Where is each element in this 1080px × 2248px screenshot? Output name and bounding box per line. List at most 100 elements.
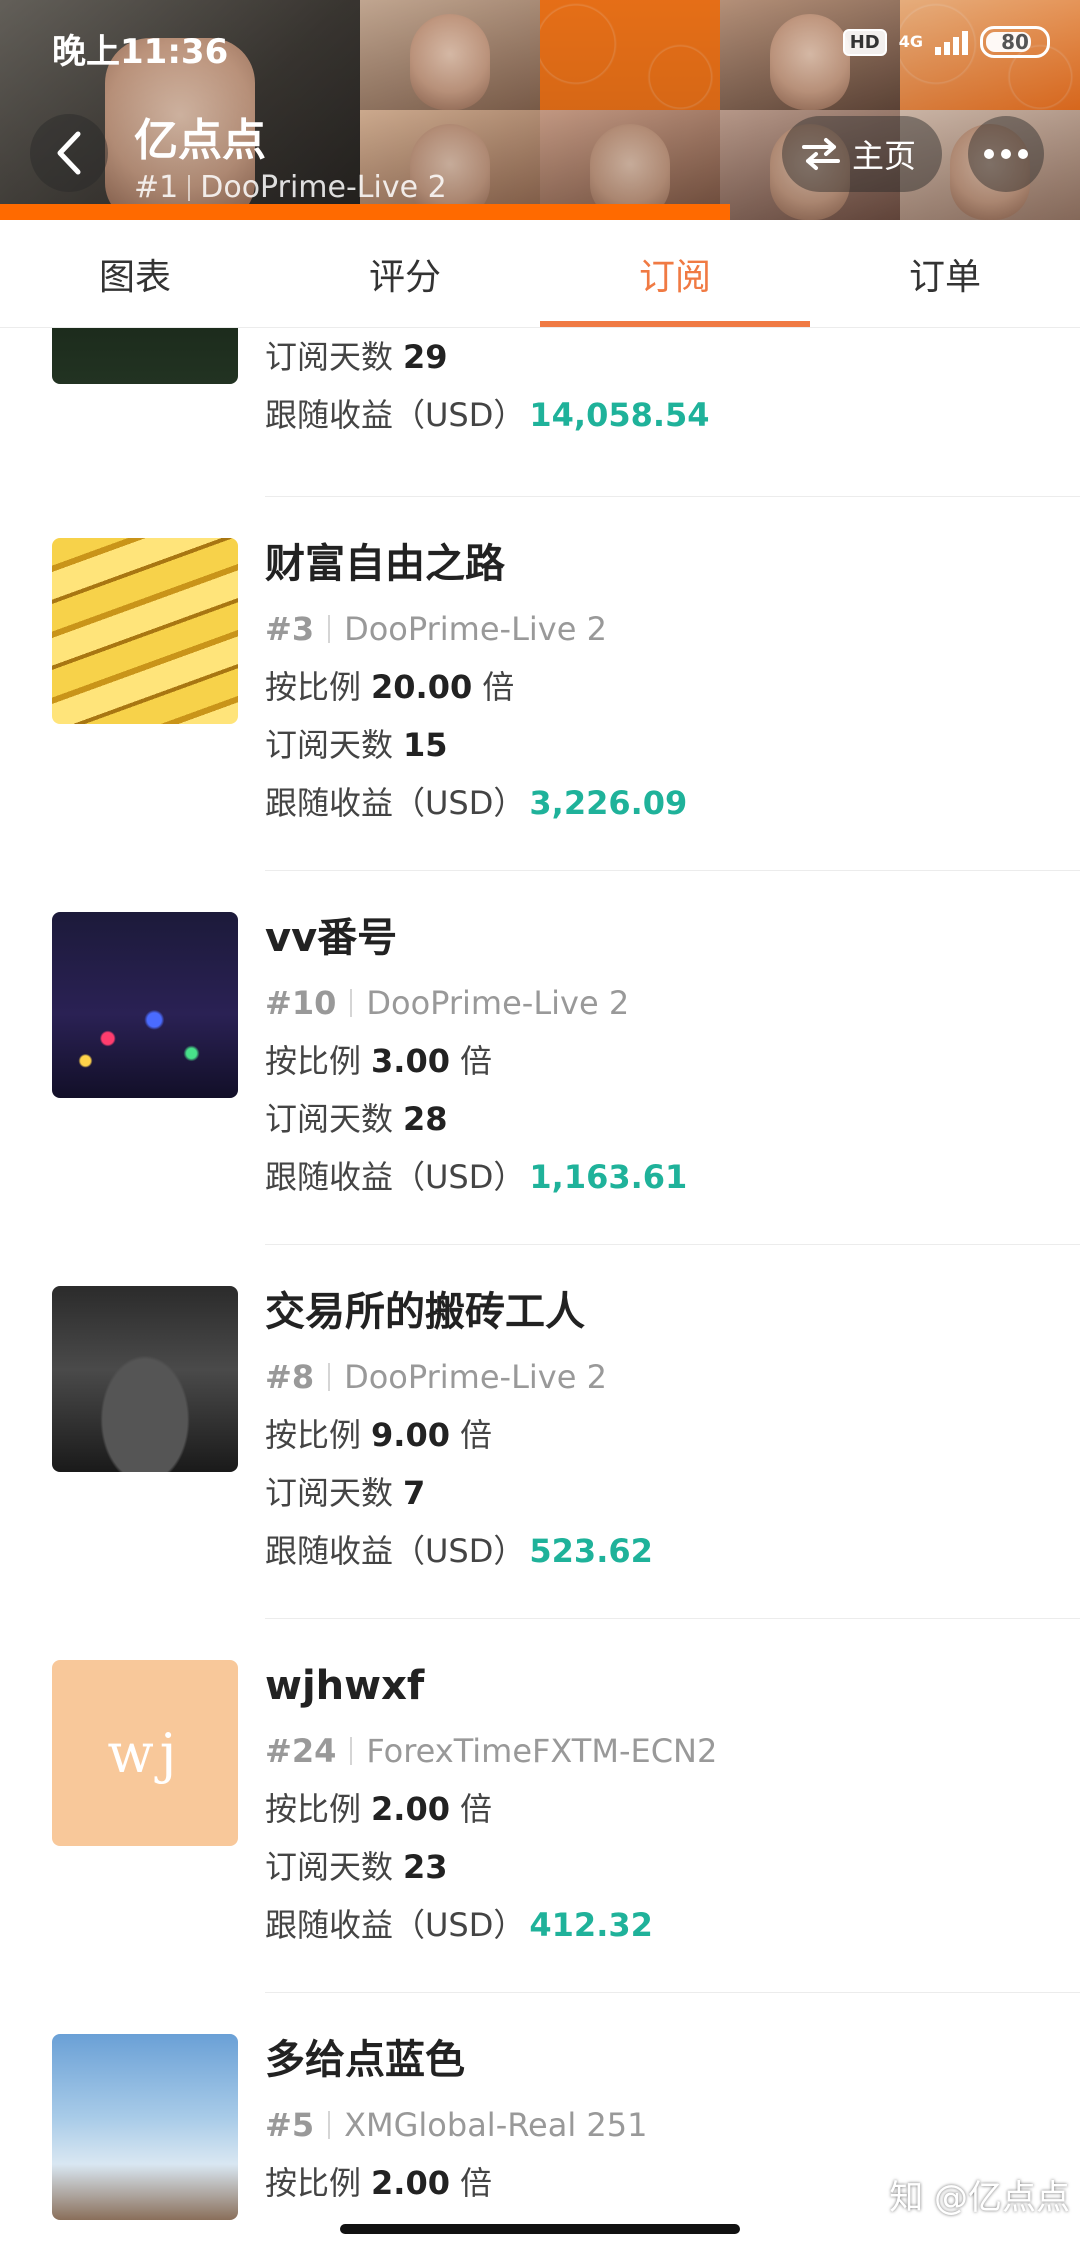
header-server: DooPrime-Live 2 — [200, 170, 447, 205]
tab-chart[interactable]: 图表 — [0, 220, 270, 327]
profit-value: 412.32 — [529, 1906, 653, 1944]
item-meta-row: #5 XMGlobal-Real 251 — [265, 2096, 1065, 2154]
divider — [265, 1992, 1080, 1993]
days-label: 订阅天数 — [265, 1474, 394, 1512]
item-name: 交易所的搬砖工人 — [265, 1289, 585, 1335]
sports-car-image — [52, 1286, 238, 1472]
chevron-left-icon — [57, 131, 81, 175]
item-server: DooPrime-Live 2 — [366, 984, 630, 1022]
divider — [350, 1737, 353, 1765]
more-dots-icon — [984, 149, 994, 159]
header-rank: #1 — [134, 170, 179, 205]
divider — [265, 496, 1080, 497]
item-rank: #10 — [265, 984, 337, 1022]
ratio-label: 按比例 — [265, 1790, 362, 1828]
divider — [328, 1363, 331, 1391]
item-rank: #8 — [265, 1358, 315, 1396]
item-profit-row: 跟随收益（USD） 3,226.09 — [265, 774, 1065, 832]
signal-icon — [935, 29, 968, 55]
days-label: 订阅天数 — [265, 726, 394, 764]
ratio-suffix: 倍 — [459, 1042, 492, 1080]
profit-value: 1,163.61 — [529, 1158, 688, 1196]
more-button[interactable] — [968, 116, 1044, 192]
home-indicator[interactable] — [340, 2224, 740, 2234]
item-profit-row: 跟随收益（USD） 412.32 — [265, 1896, 1065, 1954]
status-time: 晚上11:36 — [52, 32, 229, 72]
ratio-label: 按比例 — [265, 2164, 362, 2202]
item-name: 多给点蓝色 — [265, 2037, 465, 2083]
divider — [188, 174, 191, 201]
ratio-label: 按比例 — [265, 1042, 362, 1080]
divider — [328, 2111, 331, 2139]
profit-label: 跟随收益（USD） — [265, 1158, 526, 1196]
days-value: 7 — [403, 1474, 426, 1512]
item-days-row: 订阅天数 7 — [265, 1464, 1065, 1522]
item-server: DooPrime-Live 2 — [344, 1358, 607, 1396]
page-title: 亿点点 — [134, 115, 266, 166]
more-dots-icon — [1018, 149, 1028, 159]
home-button[interactable]: 主页 — [782, 116, 943, 192]
profit-label: 跟随收益（USD） — [265, 784, 526, 822]
item-rank: #3 — [265, 610, 315, 648]
item-thumbnail — [52, 328, 238, 384]
days-value: 28 — [403, 1100, 448, 1138]
days-label: 订阅天数 — [265, 1100, 394, 1138]
item-meta-row: #24 ForexTimeFXTM-ECN2 — [265, 1722, 1065, 1780]
item-ratio-row: 按比例 3.00 倍 — [265, 1032, 1065, 1090]
divider — [350, 989, 353, 1017]
item-profit-row: 跟随收益（USD） 523.62 — [265, 1522, 1065, 1580]
more-dots-icon — [1001, 149, 1011, 159]
item-meta-row: #10 DooPrime-Live 2 — [265, 974, 1065, 1032]
item-days-row: 订阅天数 29 — [265, 328, 1065, 386]
header-accent-bar — [0, 204, 730, 220]
night-lights-image — [52, 912, 238, 1098]
back-button[interactable] — [30, 114, 108, 192]
ratio-suffix: 倍 — [459, 2164, 492, 2202]
divider — [265, 1618, 1080, 1619]
ratio-label: 按比例 — [265, 1416, 362, 1454]
tab-orders[interactable]: 订单 — [810, 220, 1080, 327]
tab-bar: 图表 评分 订阅 订单 — [0, 220, 1080, 328]
item-name: wjhwxf — [265, 1663, 425, 1709]
subscriber-list: 订阅天数 29 跟随收益（USD） 14,058.54 财富自由之路 #3 Do… — [0, 328, 1080, 2248]
ratio-value: 2.00 — [371, 2164, 450, 2202]
item-days-row: 订阅天数 28 — [265, 1090, 1065, 1148]
wj-avatar: wj — [52, 1660, 238, 1846]
item-ratio-row: 按比例 20.00 倍 — [265, 658, 1065, 716]
ratio-value: 20.00 — [371, 668, 473, 706]
ratio-value: 2.00 — [371, 1790, 450, 1828]
gold-bars-image — [52, 538, 238, 724]
item-ratio-row: 按比例 2.00 倍 — [265, 1780, 1065, 1838]
network-type: 4G — [898, 32, 923, 51]
days-label: 订阅天数 — [265, 338, 394, 376]
item-name: vv番号 — [265, 915, 398, 961]
divider — [265, 870, 1080, 871]
tab-rating[interactable]: 评分 — [270, 220, 540, 327]
profit-value: 3,226.09 — [529, 784, 688, 822]
tab-subscription[interactable]: 订阅 — [540, 220, 810, 327]
ratio-value: 3.00 — [371, 1042, 450, 1080]
battery-percent: 80 — [1001, 30, 1029, 54]
item-profit-row: 跟随收益（USD） 14,058.54 — [265, 386, 1065, 444]
profit-label: 跟随收益（USD） — [265, 1906, 526, 1944]
days-label: 订阅天数 — [265, 1848, 394, 1886]
item-server: XMGlobal-Real 251 — [344, 2106, 648, 2144]
ratio-suffix: 倍 — [459, 1416, 492, 1454]
divider — [328, 615, 331, 643]
item-ratio-row: 按比例 9.00 倍 — [265, 1406, 1065, 1464]
swap-arrows-icon — [802, 138, 840, 170]
profit-value: 523.62 — [529, 1532, 653, 1570]
ratio-suffix: 倍 — [482, 668, 515, 706]
ratio-value: 9.00 — [371, 1416, 450, 1454]
ratio-label: 按比例 — [265, 668, 362, 706]
ratio-suffix: 倍 — [459, 1790, 492, 1828]
days-value: 23 — [403, 1848, 448, 1886]
watermark: 知 @亿点点 — [889, 2178, 1070, 2218]
days-value: 15 — [403, 726, 448, 764]
divider — [265, 1244, 1080, 1245]
days-value: 29 — [403, 338, 448, 376]
home-label: 主页 — [852, 137, 917, 175]
profit-label: 跟随收益（USD） — [265, 1532, 526, 1570]
battery-icon: 80 — [980, 26, 1050, 58]
item-meta-row: #8 DooPrime-Live 2 — [265, 1348, 1065, 1406]
